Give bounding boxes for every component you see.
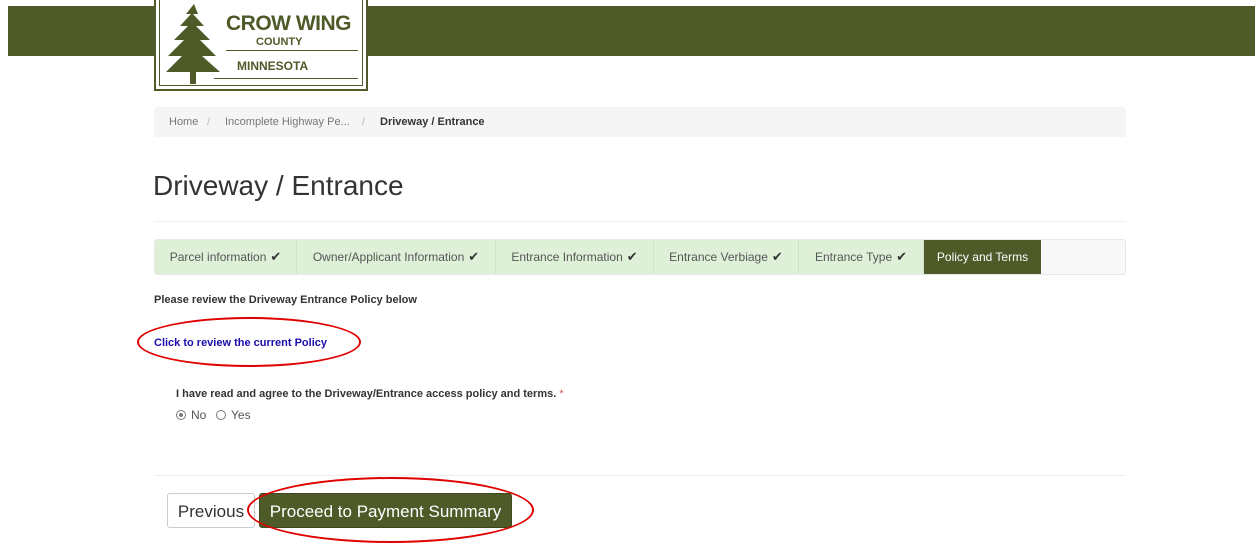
step-label: Owner/Applicant Information bbox=[312, 250, 465, 264]
county-logo[interactable]: CROW WING COUNTY MINNESOTA bbox=[154, 0, 368, 91]
proceed-to-payment-button[interactable]: Proceed to Payment Summary bbox=[259, 493, 512, 528]
logo-divider bbox=[214, 78, 358, 79]
breadcrumb: Home / Incomplete Highway Pe... / Drivew… bbox=[154, 107, 1126, 137]
step-label: Parcel information bbox=[169, 250, 267, 264]
radio-yes[interactable] bbox=[216, 410, 226, 420]
breadcrumb-separator: / bbox=[362, 116, 366, 128]
breadcrumb-parent[interactable]: Incomplete Highway Pe... bbox=[225, 107, 350, 137]
step-entrance-information[interactable]: Entrance Information ✔ bbox=[496, 240, 654, 274]
breadcrumb-home[interactable]: Home bbox=[169, 107, 198, 137]
step-entrance-type[interactable]: Entrance Type ✔ bbox=[799, 240, 924, 274]
step-label: Policy and Terms bbox=[936, 250, 1029, 264]
required-marker: * bbox=[559, 388, 564, 400]
radio-no[interactable] bbox=[176, 410, 186, 420]
pine-tree-icon bbox=[166, 4, 220, 84]
agreement-question-text: I have read and agree to the Driveway/En… bbox=[176, 388, 557, 400]
check-icon: ✔ bbox=[270, 249, 282, 264]
agreement-question: I have read and agree to the Driveway/En… bbox=[176, 388, 564, 400]
title-divider bbox=[154, 221, 1126, 222]
logo-divider bbox=[226, 50, 358, 51]
step-label: Entrance Verbiage bbox=[669, 250, 768, 264]
radio-yes-label[interactable]: Yes bbox=[231, 408, 251, 422]
radio-no-label[interactable]: No bbox=[191, 408, 206, 422]
step-owner-applicant-information[interactable]: Owner/Applicant Information ✔ bbox=[297, 240, 496, 274]
breadcrumb-current: Driveway / Entrance bbox=[380, 116, 485, 128]
step-parcel-information[interactable]: Parcel information ✔ bbox=[155, 240, 297, 274]
check-icon: ✔ bbox=[771, 249, 783, 264]
logo-subtitle: COUNTY bbox=[256, 36, 303, 48]
page-title: Driveway / Entrance bbox=[153, 170, 404, 201]
check-icon: ✔ bbox=[896, 249, 908, 264]
wizard-steps: Parcel information ✔ Owner/Applicant Info… bbox=[154, 239, 1126, 275]
previous-button[interactable]: Previous bbox=[167, 493, 255, 528]
step-entrance-verbiage[interactable]: Entrance Verbiage ✔ bbox=[654, 240, 799, 274]
footer-divider bbox=[154, 475, 1126, 476]
breadcrumb-separator: / bbox=[207, 116, 211, 128]
check-icon: ✔ bbox=[468, 249, 480, 264]
policy-intro-text: Please review the Driveway Entrance Poli… bbox=[154, 294, 417, 306]
check-icon: ✔ bbox=[626, 249, 638, 264]
step-label: Entrance Type bbox=[814, 250, 893, 264]
step-policy-and-terms[interactable]: Policy and Terms bbox=[924, 240, 1041, 274]
step-label: Entrance Information bbox=[511, 250, 623, 264]
review-policy-link[interactable]: Click to review the current Policy bbox=[154, 337, 327, 349]
logo-title: CROW WING bbox=[226, 12, 351, 35]
logo-state: MINNESOTA bbox=[237, 59, 309, 73]
